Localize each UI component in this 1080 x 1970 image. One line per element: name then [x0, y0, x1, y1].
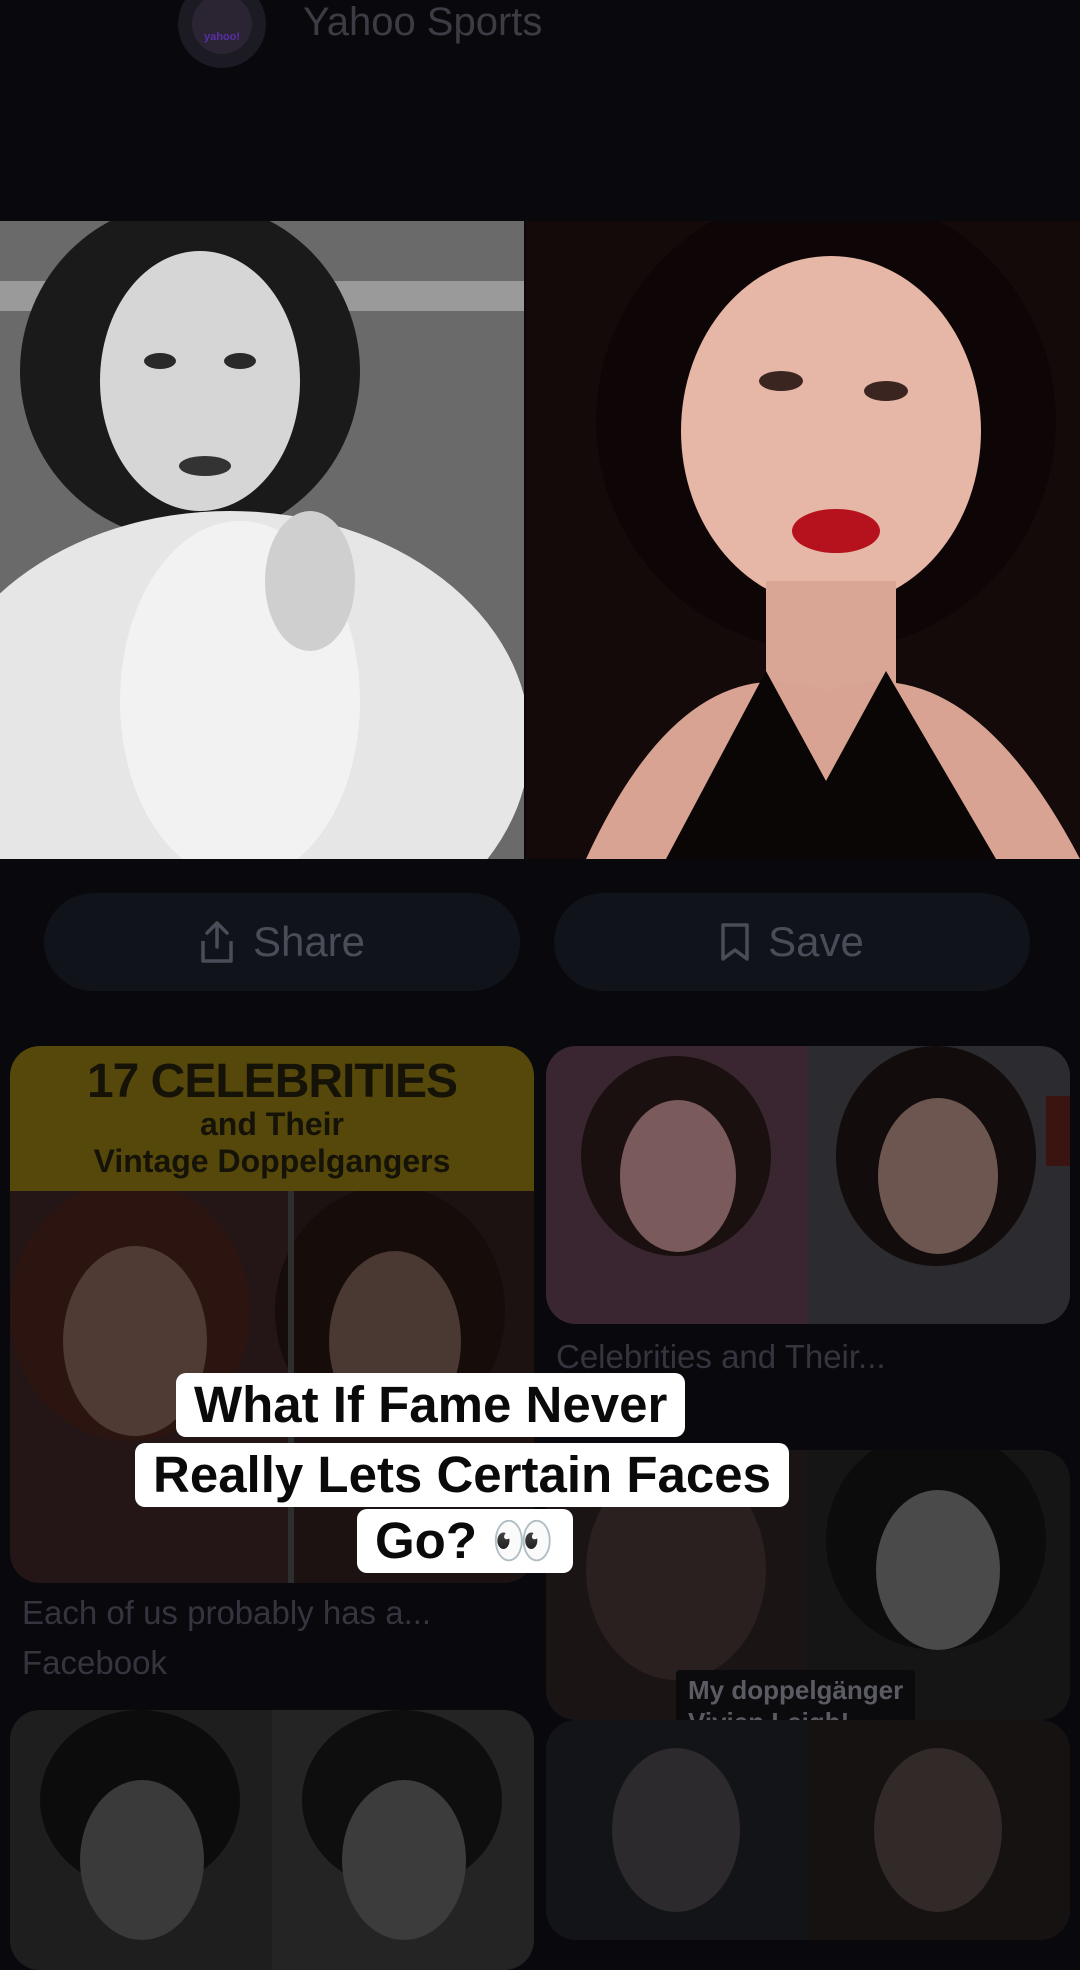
card-bw-image [10, 1710, 534, 1970]
modern-portrait-image [526, 221, 1080, 859]
save-label: Save [768, 918, 864, 965]
caption-line-2: Really Lets Certain Faces [135, 1443, 789, 1507]
banner-subtitle-2: Vintage Doppelgangers [93, 1143, 451, 1179]
hero-image-left[interactable] [0, 221, 524, 859]
source-name[interactable]: Yahoo Sports [303, 0, 542, 44]
card-source[interactable]: Facebook [22, 1644, 167, 1682]
caption-line-1: What If Fame Never [176, 1373, 686, 1437]
share-icon [201, 921, 233, 963]
card-caption[interactable]: Each of us probably has a... [22, 1594, 532, 1632]
banner-subtitle: and Their [199, 1106, 344, 1142]
card-banner: 17 CELEBRITIES and Their Vintage Doppelg… [10, 1046, 534, 1191]
avatar-text: yahoo! [203, 31, 241, 43]
result-card-vintage-pair[interactable] [546, 1046, 1070, 1324]
yahoo-logo-icon: yahoo! [192, 0, 252, 54]
source-avatar[interactable]: yahoo! [178, 0, 266, 68]
save-button[interactable]: Save [554, 893, 1030, 991]
share-button[interactable]: Share [44, 893, 520, 991]
share-label: Share [252, 918, 366, 965]
hero-image-right[interactable] [526, 221, 1080, 859]
bookmark-icon [721, 923, 749, 961]
result-card-bw-pair[interactable] [10, 1710, 534, 1970]
card-caption-right[interactable]: Celebrities and Their... [556, 1338, 886, 1376]
card-color-image [546, 1720, 1070, 1940]
banner-title: 17 CELEBRITIES [86, 1055, 458, 1108]
caption-line-3: Go? 👀 [357, 1509, 573, 1573]
tag-line-1: My doppelgänger [688, 1675, 904, 1705]
card-pair-image [546, 1046, 1070, 1324]
vintage-portrait-image [0, 221, 524, 859]
result-card-color-pair[interactable] [546, 1720, 1070, 1940]
